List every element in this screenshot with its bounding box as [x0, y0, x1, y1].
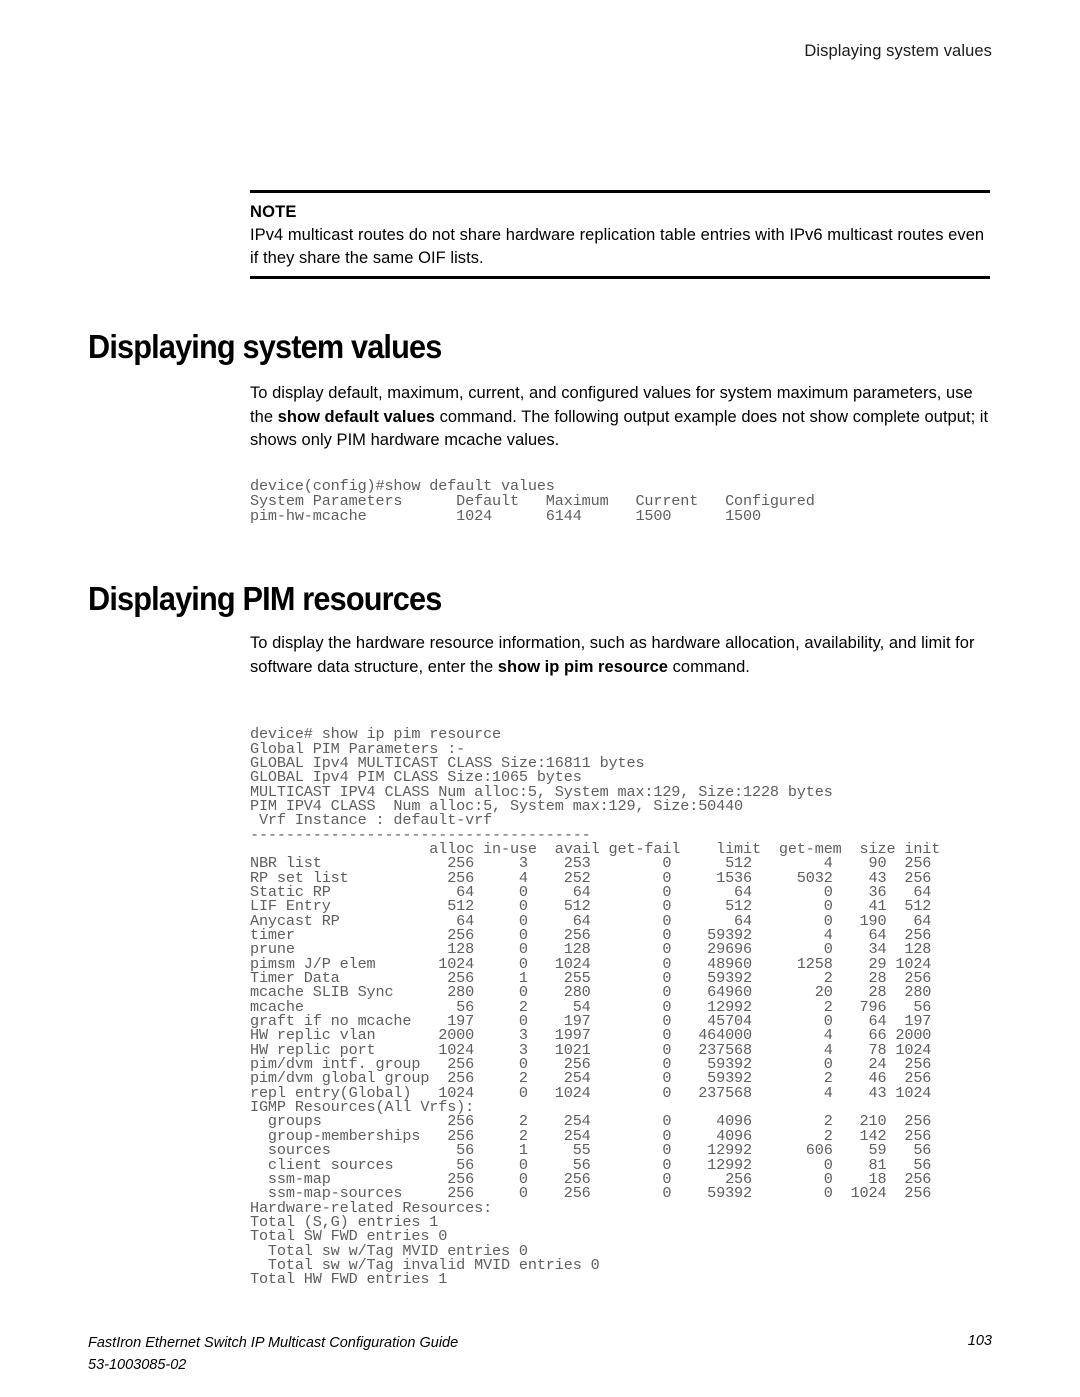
page-footer: FastIron Ethernet Switch IP Multicast Co… — [88, 1333, 992, 1377]
document-page: Displaying system values NOTE IPv4 multi… — [0, 0, 1080, 1397]
note-admonition: NOTE IPv4 multicast routes do not share … — [250, 190, 990, 280]
note-text: IPv4 multicast routes do not share hardw… — [250, 225, 985, 267]
note-body: NOTE IPv4 multicast routes do not share … — [250, 193, 990, 273]
code-block-show-default-values: device(config)#show default values Syste… — [250, 477, 815, 525]
section-heading-displaying-system-values: Displaying system values — [88, 328, 442, 366]
note-bottom-rule — [250, 276, 990, 280]
code-block-show-ip-pim-resource: device# show ip pim resource Global PIM … — [250, 725, 941, 1289]
footer-guide-title: FastIron Ethernet Switch IP Multicast Co… — [88, 1335, 459, 1351]
footer-document-number: 53-1003085-02 — [88, 1356, 187, 1373]
running-header: Displaying system values — [804, 42, 992, 60]
footer-page-number: 103 — [967, 1333, 992, 1349]
note-label: NOTE — [250, 203, 297, 221]
footer-left: FastIron Ethernet Switch IP Multicast Co… — [88, 1333, 458, 1377]
section-paragraph-displaying-system-values: To display default, maximum, current, an… — [250, 384, 989, 449]
section-paragraph-displaying-pim-resources: To display the hardware resource informa… — [250, 634, 975, 676]
section-heading-displaying-pim-resources: Displaying PIM resources — [88, 580, 442, 618]
